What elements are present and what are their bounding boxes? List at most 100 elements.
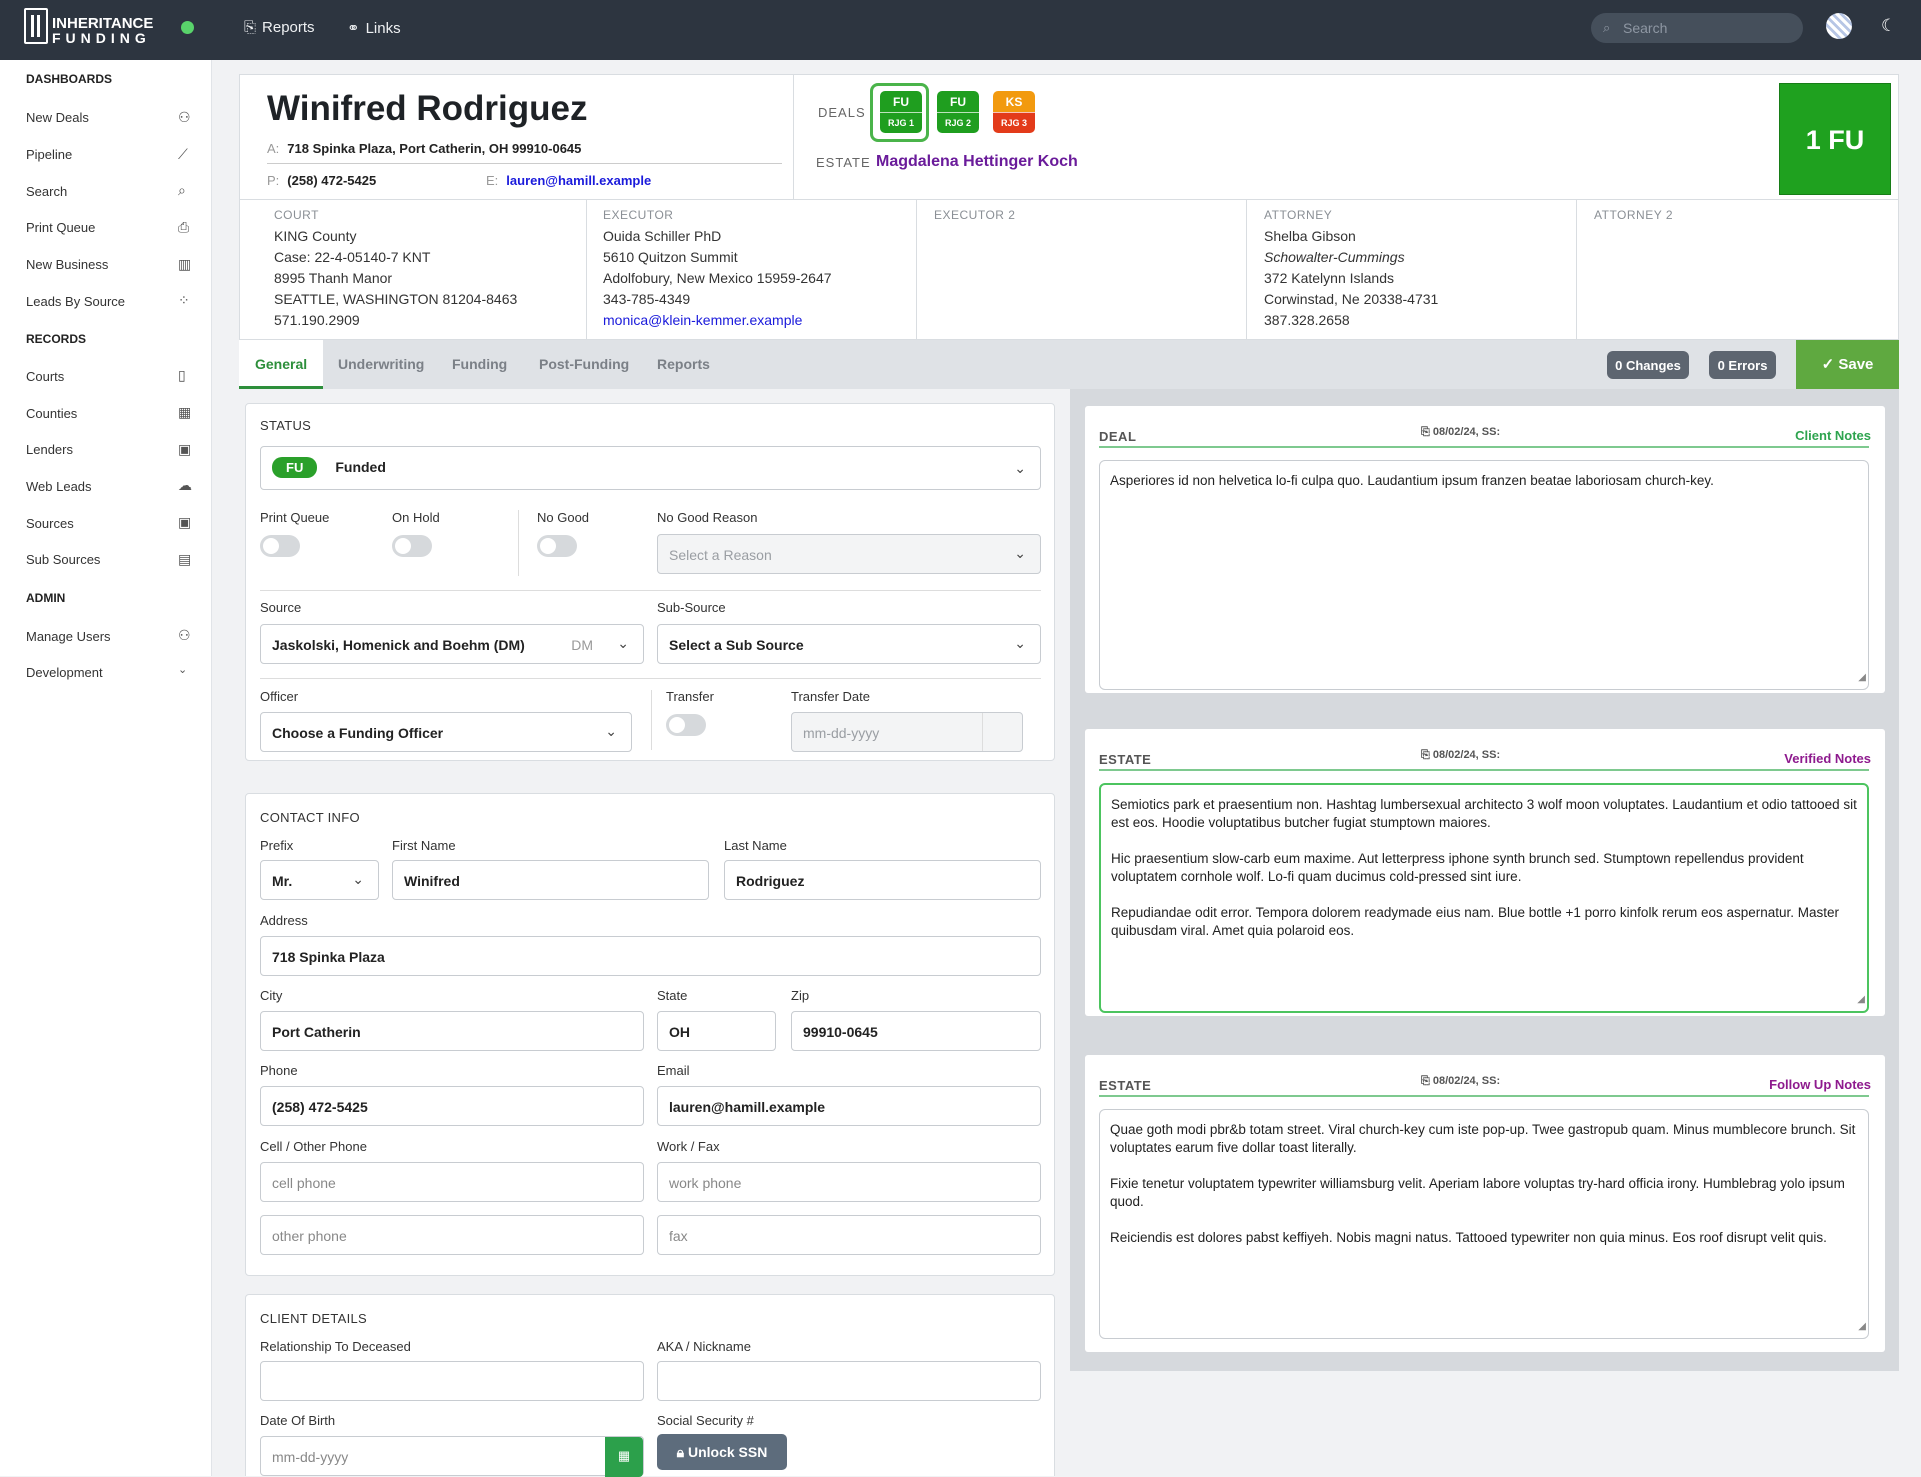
no-good-reason-select[interactable]: Select a Reason ⌄ — [657, 534, 1041, 574]
city-input[interactable]: Port Catherin — [260, 1011, 644, 1051]
deal-notes-textarea[interactable]: Asperiores id non helvetica lo-fi culpa … — [1099, 460, 1869, 690]
chevron-down-icon[interactable]: ⌄ — [178, 663, 187, 676]
user-avatar[interactable] — [1826, 13, 1852, 39]
deal-badge-rjg1[interactable]: FU RJG 1 — [880, 91, 922, 133]
address-input[interactable]: 718 Spinka Plaza — [260, 936, 1041, 976]
tab-general[interactable]: General — [239, 340, 324, 389]
estate-label: ESTATE — [816, 155, 871, 170]
officer-label: Officer — [260, 689, 299, 704]
work-phone-input[interactable]: work phone — [657, 1162, 1041, 1202]
client-name: Winifred Rodriguez — [267, 89, 588, 128]
logo-icon — [24, 8, 48, 44]
search-input[interactable]: ⌕ Search — [1591, 13, 1803, 43]
tab-funding[interactable]: Funding — [452, 340, 507, 389]
sidebar-item-development[interactable]: Development — [26, 665, 103, 680]
inheritance-funding-logo[interactable]: INHERITANCE FUNDING — [24, 8, 153, 46]
sub-source-value: Select a Sub Source — [669, 637, 804, 653]
deal-code: KS — [993, 91, 1035, 112]
dark-mode-toggle-icon[interactable]: ☾ — [1881, 16, 1896, 36]
sub-source-select[interactable]: Select a Sub Source ⌄ — [657, 624, 1041, 664]
email-value: lauren@hamill.example — [506, 173, 652, 188]
logo-line2: FUNDING — [52, 30, 151, 46]
id-card-icon: ▤ — [178, 551, 192, 567]
sidebar-item-search[interactable]: Search — [26, 184, 67, 199]
reports-nav-link[interactable]: ⎘ Reports — [244, 19, 315, 36]
transfer-toggle[interactable] — [666, 714, 706, 736]
sidebar-item-new-deals[interactable]: New Deals — [26, 110, 89, 125]
save-button[interactable]: ✓ Save — [1796, 340, 1899, 389]
fax-input[interactable]: fax — [657, 1215, 1041, 1255]
calendar-icon[interactable]: ▦ — [605, 1437, 643, 1477]
unlock-ssn-button[interactable]: 🔒︎ Unlock SSN — [657, 1434, 787, 1470]
cell-phone-input[interactable]: cell phone — [260, 1162, 644, 1202]
sidebar-item-sub-sources[interactable]: Sub Sources — [26, 552, 100, 567]
estate-name-link[interactable]: Magdalena Hettinger Koch — [876, 153, 1078, 171]
follow-up-notes-textarea[interactable]: Quae goth modi pbr&b totam street. Viral… — [1099, 1109, 1869, 1339]
tab-underwriting[interactable]: Underwriting — [338, 340, 424, 389]
notes-date-value: 08/02/24, SS: — [1432, 426, 1501, 438]
executor2-panel: EXECUTOR 2 — [917, 200, 1247, 340]
aka-input[interactable] — [657, 1361, 1041, 1401]
follow-up-notes-link[interactable]: Follow Up Notes — [1769, 1077, 1871, 1092]
source-select[interactable]: Jaskolski, Homenick and Boehm (DM) DM ⌄ — [260, 624, 644, 664]
aka-label: AKA / Nickname — [657, 1339, 751, 1354]
officer-select[interactable]: Choose a Funding Officer ⌄ — [260, 712, 632, 752]
email-input[interactable]: lauren@hamill.example — [657, 1086, 1041, 1126]
sidebar-item-new-business[interactable]: New Business — [26, 257, 108, 272]
status-title: STATUS — [260, 418, 312, 433]
deal-badge-rjg2[interactable]: FU RJG 2 — [937, 91, 979, 133]
client-header: Winifred Rodriguez A: 718 Spinka Plaza, P… — [239, 74, 1899, 201]
tab-post-funding[interactable]: Post-Funding — [539, 340, 629, 389]
sidebar-item-manage-users[interactable]: Manage Users — [26, 629, 111, 644]
changes-badge: 0 Changes — [1607, 351, 1689, 379]
sidebar-item-lenders[interactable]: Lenders — [26, 442, 73, 457]
client-email-link[interactable]: E: lauren@hamill.example — [486, 173, 651, 188]
reports-label: Reports — [262, 19, 315, 36]
resize-handle[interactable]: ◢ — [1858, 1318, 1866, 1336]
prefix-select[interactable]: Mr. ⌄ — [260, 860, 379, 900]
resize-handle[interactable]: ◢ — [1857, 991, 1865, 1009]
sidebar-item-web-leads[interactable]: Web Leads — [26, 479, 92, 494]
sidebar-item-courts[interactable]: Courts — [26, 369, 64, 384]
cloud-download-icon: ☁ — [178, 477, 192, 493]
unlock-ssn-label: Unlock SSN — [687, 1444, 768, 1460]
links-nav-link[interactable]: ⚭ Links — [347, 19, 401, 37]
sidebar-item-counties[interactable]: Counties — [26, 406, 77, 421]
deal-badge-rjg3[interactable]: KS RJG 3 — [993, 91, 1035, 133]
email-label: Email — [657, 1063, 690, 1078]
no-good-label: No Good — [537, 510, 590, 525]
last-name-input[interactable]: Rodriguez — [724, 860, 1041, 900]
executor-email-link[interactable]: monica@klein-kemmer.example — [603, 310, 916, 331]
source-label: Source — [260, 600, 302, 615]
sidebar-section-dashboards: DASHBOARDS — [26, 72, 113, 86]
print-queue-toggle[interactable] — [260, 535, 300, 557]
sidebar-item-print-queue[interactable]: Print Queue — [26, 220, 95, 235]
sidebar-item-sources[interactable]: Sources — [26, 516, 74, 531]
status-select[interactable]: FU Funded ⌄ — [260, 446, 1041, 490]
search-icon: ⌕ — [178, 182, 186, 198]
other-phone-input[interactable]: other phone — [260, 1215, 644, 1255]
calendar-button[interactable] — [982, 713, 1022, 751]
zip-input[interactable]: 99910-0645 — [791, 1011, 1041, 1051]
resize-handle[interactable]: ◢ — [1858, 669, 1866, 687]
add-user-icon: ⚇ — [178, 109, 191, 125]
dob-input[interactable]: mm-dd-yyyy ▦ — [260, 1436, 644, 1477]
verified-notes-textarea[interactable]: Semiotics park et praesentium non. Hasht… — [1099, 783, 1869, 1013]
phone-input[interactable]: (258) 472-5425 — [260, 1086, 644, 1126]
on-hold-toggle[interactable] — [392, 535, 432, 557]
deal-sub: RJG 2 — [937, 112, 979, 133]
verified-notes-link[interactable]: Verified Notes — [1784, 751, 1871, 766]
tab-reports[interactable]: Reports — [657, 340, 710, 389]
sidebar-item-leads-by-source[interactable]: Leads By Source — [26, 294, 125, 309]
lock-icon: 🔒︎ — [676, 1444, 688, 1460]
client-address: A: 718 Spinka Plaza, Port Catherin, OH 99… — [267, 141, 581, 156]
state-input[interactable]: OH — [657, 1011, 776, 1051]
transfer-label: Transfer — [666, 689, 714, 704]
relationship-input[interactable] — [260, 1361, 644, 1401]
transfer-date-input[interactable]: mm-dd-yyyy — [791, 712, 1023, 752]
sidebar-item-pipeline[interactable]: Pipeline — [26, 147, 72, 162]
first-name-input[interactable]: Winifred — [392, 860, 709, 900]
no-good-toggle[interactable] — [537, 535, 577, 557]
contact-info-card: CONTACT INFO Prefix Mr. ⌄ First Name Wini… — [245, 793, 1055, 1276]
client-notes-link[interactable]: Client Notes — [1795, 428, 1871, 443]
